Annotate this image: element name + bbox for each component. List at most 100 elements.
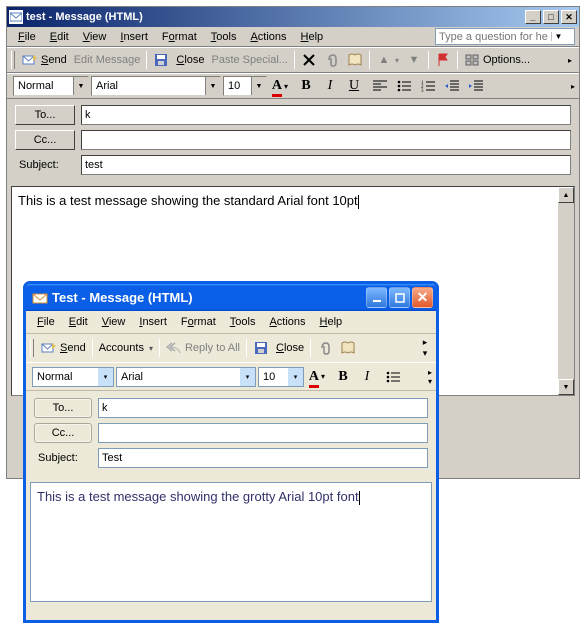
- to-field[interactable]: [81, 105, 571, 125]
- save-button[interactable]: [250, 338, 272, 358]
- titlebar[interactable]: test - Message (HTML) _ □ ✕: [7, 7, 579, 27]
- size-combo[interactable]: 10▼: [223, 76, 267, 96]
- minimize-button[interactable]: _: [525, 10, 541, 24]
- flag-icon: [435, 52, 451, 68]
- options-button[interactable]: Options...: [461, 50, 533, 70]
- style-combo[interactable]: Normal▾: [32, 367, 114, 387]
- font-color-button[interactable]: A▾: [306, 367, 328, 387]
- toolbar-overflow[interactable]: ▸: [565, 54, 575, 67]
- style-combo[interactable]: Normal▼: [13, 76, 89, 96]
- address-book-button[interactable]: [337, 338, 359, 358]
- menu-help[interactable]: Help: [294, 29, 331, 45]
- to-button[interactable]: To...: [34, 398, 92, 418]
- underline-button[interactable]: U: [343, 76, 365, 96]
- menubar: File Edit View Insert Format Tools Actio…: [7, 27, 579, 47]
- font-combo[interactable]: Arial▼: [91, 76, 221, 96]
- chevron-down-icon[interactable]: ▼: [73, 77, 88, 95]
- menubar: File Edit View Insert Format Tools Actio…: [26, 311, 436, 333]
- book-icon: [340, 340, 356, 356]
- toolbar-grip[interactable]: [11, 51, 15, 69]
- menu-insert[interactable]: Insert: [132, 314, 174, 330]
- toolbar-overflow[interactable]: ▸▾: [428, 368, 432, 386]
- address-book-button[interactable]: [344, 50, 366, 70]
- toolbar-overflow[interactable]: ▸▾: [418, 337, 432, 359]
- numbering-button[interactable]: 123: [417, 76, 439, 96]
- reply-all-icon: [166, 340, 182, 356]
- close-button[interactable]: ✕: [412, 287, 433, 308]
- options-icon: [464, 52, 480, 68]
- size-combo[interactable]: 10▾: [258, 367, 304, 387]
- cc-field[interactable]: [98, 423, 428, 443]
- send-button[interactable]: Send: [19, 50, 70, 70]
- align-left-button[interactable]: [369, 76, 391, 96]
- arrow-down-icon: ▼: [406, 52, 422, 68]
- bullets-button[interactable]: [393, 76, 415, 96]
- titlebar[interactable]: Test - Message (HTML) ✕: [26, 284, 436, 311]
- vertical-scrollbar[interactable]: ▲ ▼: [558, 187, 574, 395]
- font-color-button[interactable]: A▾: [269, 76, 291, 96]
- indent-button[interactable]: [465, 76, 487, 96]
- attach-button[interactable]: [321, 50, 343, 70]
- menu-help[interactable]: Help: [313, 314, 350, 330]
- save-button[interactable]: [150, 50, 172, 70]
- chevron-down-icon[interactable]: ▼: [251, 77, 266, 95]
- menu-format[interactable]: Format: [174, 314, 223, 330]
- chevron-down-icon[interactable]: ▼: [205, 77, 220, 95]
- message-body[interactable]: This is a test message showing the grott…: [30, 482, 432, 602]
- to-field[interactable]: [98, 398, 428, 418]
- maximize-button[interactable]: □: [543, 10, 559, 24]
- delete-button[interactable]: [298, 50, 320, 70]
- paste-special-button: Paste Special...: [209, 52, 291, 68]
- text-cursor: [358, 195, 359, 209]
- help-search[interactable]: ▼: [435, 28, 575, 45]
- outdent-button[interactable]: [441, 76, 463, 96]
- menu-view[interactable]: View: [76, 29, 114, 45]
- minimize-button[interactable]: [366, 287, 387, 308]
- bullets-button[interactable]: [382, 367, 404, 387]
- italic-button[interactable]: I: [319, 76, 341, 96]
- menu-actions[interactable]: Actions: [262, 314, 312, 330]
- menu-view[interactable]: View: [95, 314, 133, 330]
- close-button-tb[interactable]: Close: [173, 52, 207, 68]
- menu-file[interactable]: File: [30, 314, 62, 330]
- subject-field[interactable]: [98, 448, 428, 468]
- chevron-down-icon[interactable]: ▾: [240, 368, 255, 386]
- toolbar-grip[interactable]: [30, 339, 34, 357]
- scroll-up-icon[interactable]: ▲: [558, 187, 574, 203]
- priority-high-button[interactable]: ▲▾: [373, 50, 402, 70]
- help-search-input[interactable]: [436, 31, 551, 43]
- bold-button[interactable]: B: [295, 76, 317, 96]
- chevron-down-icon[interactable]: ▾: [288, 368, 303, 386]
- menu-actions[interactable]: Actions: [243, 29, 293, 45]
- close-button[interactable]: ✕: [561, 10, 577, 24]
- menu-edit[interactable]: Edit: [62, 314, 95, 330]
- menu-tools[interactable]: Tools: [204, 29, 244, 45]
- font-combo[interactable]: Arial▾: [116, 367, 256, 387]
- cc-field[interactable]: [81, 130, 571, 150]
- menu-format[interactable]: Format: [155, 29, 204, 45]
- maximize-button[interactable]: [389, 287, 410, 308]
- menu-tools[interactable]: Tools: [223, 314, 263, 330]
- scroll-down-icon[interactable]: ▼: [558, 379, 574, 395]
- attach-button[interactable]: [314, 338, 336, 358]
- send-icon: [22, 52, 38, 68]
- toolbar-overflow[interactable]: ▸: [571, 82, 575, 91]
- menu-file[interactable]: File: [11, 29, 43, 45]
- chevron-down-icon[interactable]: ▾: [98, 368, 113, 386]
- save-icon: [253, 340, 269, 356]
- menu-edit[interactable]: Edit: [43, 29, 76, 45]
- menu-insert[interactable]: Insert: [113, 29, 155, 45]
- send-button[interactable]: Send: [38, 338, 89, 358]
- bold-button[interactable]: B: [332, 367, 354, 387]
- priority-low-button[interactable]: ▼: [403, 50, 425, 70]
- close-button-tb[interactable]: Close: [273, 340, 307, 356]
- cc-button[interactable]: Cc...: [15, 130, 75, 150]
- accounts-button[interactable]: Accounts: [96, 340, 156, 356]
- to-button[interactable]: To...: [15, 105, 75, 125]
- italic-button[interactable]: I: [356, 367, 378, 387]
- cc-button[interactable]: Cc...: [34, 423, 92, 443]
- flag-button[interactable]: [432, 50, 454, 70]
- subject-field[interactable]: [81, 155, 571, 175]
- chevron-down-icon[interactable]: ▼: [551, 32, 565, 41]
- format-toolbar: Normal▼ Arial▼ 10▼ A▾ B I U 123 ▸: [7, 73, 579, 99]
